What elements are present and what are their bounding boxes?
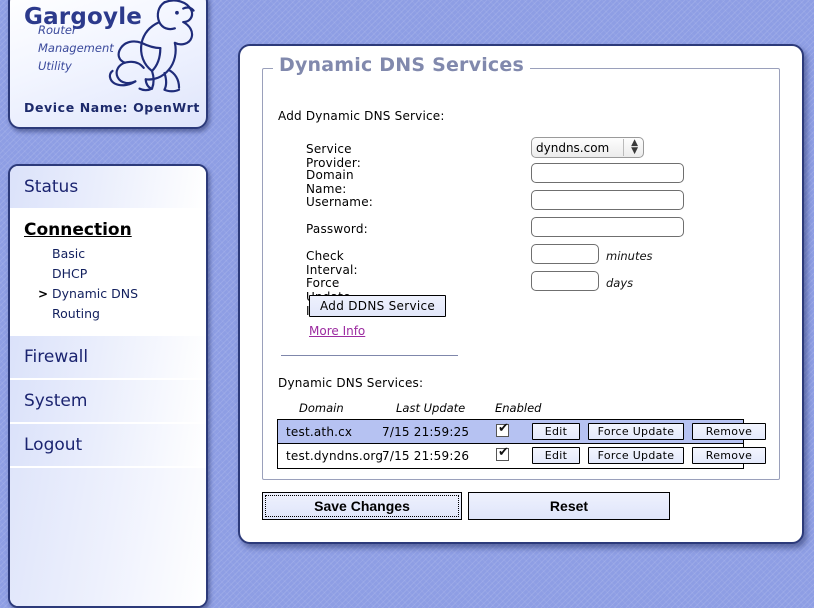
- branding-panel: Gargoyle Router Management Utility Devic…: [8, 0, 208, 129]
- service-provider-label: Service Provider:: [306, 142, 362, 170]
- password-label: Password:: [306, 222, 368, 236]
- force-update-interval-unit: days: [606, 276, 634, 290]
- sidebar-item-system-label: System: [24, 391, 88, 411]
- force-update-interval-input[interactable]: [531, 271, 599, 291]
- enabled-checkbox[interactable]: ✔: [496, 445, 509, 461]
- remove-button[interactable]: Remove: [692, 423, 766, 440]
- check-interval-label: Check Interval:: [306, 249, 358, 277]
- navigation-panel: Status Connection Basic DHCP > Dynamic D…: [8, 164, 208, 608]
- dynamic-dns-services-table: Domain Last Update Enabled test.ath.cx 7…: [277, 401, 766, 469]
- dynamic-dns-fieldset: Dynamic DNS Services Add Dynamic DNS Ser…: [262, 54, 780, 480]
- sidebar-subnav-connection: Connection Basic DHCP > Dynamic DNS Rout…: [10, 210, 206, 336]
- force-update-button[interactable]: Force Update: [588, 423, 684, 440]
- column-header-last-update: Last Update: [396, 401, 466, 415]
- checkmark-icon: ✔: [498, 421, 509, 436]
- cell-domain: test.ath.cx: [286, 425, 353, 439]
- save-changes-button[interactable]: Save Changes: [262, 492, 462, 520]
- sidebar-item-routing[interactable]: Routing: [10, 304, 206, 324]
- brand-subtitle-1: Router: [38, 23, 77, 37]
- form-actions: Save Changes Reset: [262, 492, 670, 520]
- domain-name-label: Domain Name:: [306, 168, 354, 196]
- column-header-domain: Domain: [299, 401, 344, 415]
- checkmark-icon: ✔: [498, 445, 509, 460]
- sidebar-item-basic-label: Basic: [52, 246, 86, 261]
- sidebar-item-dhcp[interactable]: DHCP: [10, 264, 206, 284]
- check-interval-unit: minutes: [606, 249, 653, 263]
- edit-button[interactable]: Edit: [532, 447, 580, 464]
- sidebar-item-dhcp-label: DHCP: [52, 266, 88, 281]
- page-title: Dynamic DNS Services: [273, 54, 530, 76]
- table-row[interactable]: test.ath.cx 7/15 21:59:25 ✔ Edit Force U…: [277, 419, 766, 444]
- sidebar: Gargoyle Router Management Utility Devic…: [0, 0, 212, 608]
- more-info-link[interactable]: More Info: [309, 324, 365, 338]
- cell-last-update: 7/15 21:59:26: [382, 449, 470, 463]
- sidebar-item-status[interactable]: Status: [10, 166, 206, 210]
- sidebar-item-firewall[interactable]: Firewall: [10, 336, 206, 380]
- username-input[interactable]: [531, 190, 684, 210]
- domain-name-input[interactable]: [531, 163, 684, 183]
- edit-button[interactable]: Edit: [532, 423, 580, 440]
- sidebar-subnav-title[interactable]: Connection: [24, 220, 132, 240]
- cell-domain: test.dyndns.org: [286, 449, 384, 463]
- sidebar-item-firewall-label: Firewall: [24, 347, 89, 367]
- brand-subtitle-3: Utility: [38, 59, 72, 73]
- table-row[interactable]: test.dyndns.org 7/15 21:59:26 ✔ Edit For…: [277, 444, 766, 469]
- selected-arrow-icon: >: [38, 287, 49, 301]
- device-name-label: Device Name: OpenWrt: [24, 100, 200, 115]
- reset-button[interactable]: Reset: [468, 492, 670, 520]
- gargoyle-creature-icon: [108, 0, 195, 93]
- sidebar-item-status-label: Status: [24, 177, 79, 197]
- username-label: Username:: [306, 195, 374, 209]
- add-service-section-label: Add Dynamic DNS Service:: [278, 109, 445, 123]
- services-list-label: Dynamic DNS Services:: [278, 376, 424, 390]
- enabled-checkbox[interactable]: ✔: [496, 421, 509, 437]
- column-header-enabled: Enabled: [495, 401, 542, 415]
- section-divider: [281, 355, 458, 356]
- main-content-panel: Dynamic DNS Services Add Dynamic DNS Ser…: [238, 44, 804, 544]
- sidebar-filler: [10, 468, 206, 606]
- cell-last-update: 7/15 21:59:25: [382, 425, 470, 439]
- service-provider-select[interactable]: dyndns.com: [531, 137, 644, 158]
- sidebar-item-dynamic-dns[interactable]: > Dynamic DNS: [10, 284, 206, 304]
- sidebar-item-dynamic-dns-label: Dynamic DNS: [52, 286, 139, 301]
- sidebar-item-basic[interactable]: Basic: [10, 244, 206, 264]
- sidebar-item-logout-label: Logout: [24, 435, 83, 455]
- sidebar-item-system[interactable]: System: [10, 380, 206, 424]
- password-input[interactable]: [531, 217, 684, 237]
- force-update-button[interactable]: Force Update: [588, 447, 684, 464]
- add-ddns-service-button[interactable]: Add DDNS Service: [309, 295, 447, 317]
- sidebar-item-logout[interactable]: Logout: [10, 424, 206, 468]
- check-interval-input[interactable]: [531, 244, 599, 264]
- table-header-row: Domain Last Update Enabled: [277, 401, 744, 419]
- remove-button[interactable]: Remove: [692, 447, 766, 464]
- sidebar-item-routing-label: Routing: [52, 306, 100, 321]
